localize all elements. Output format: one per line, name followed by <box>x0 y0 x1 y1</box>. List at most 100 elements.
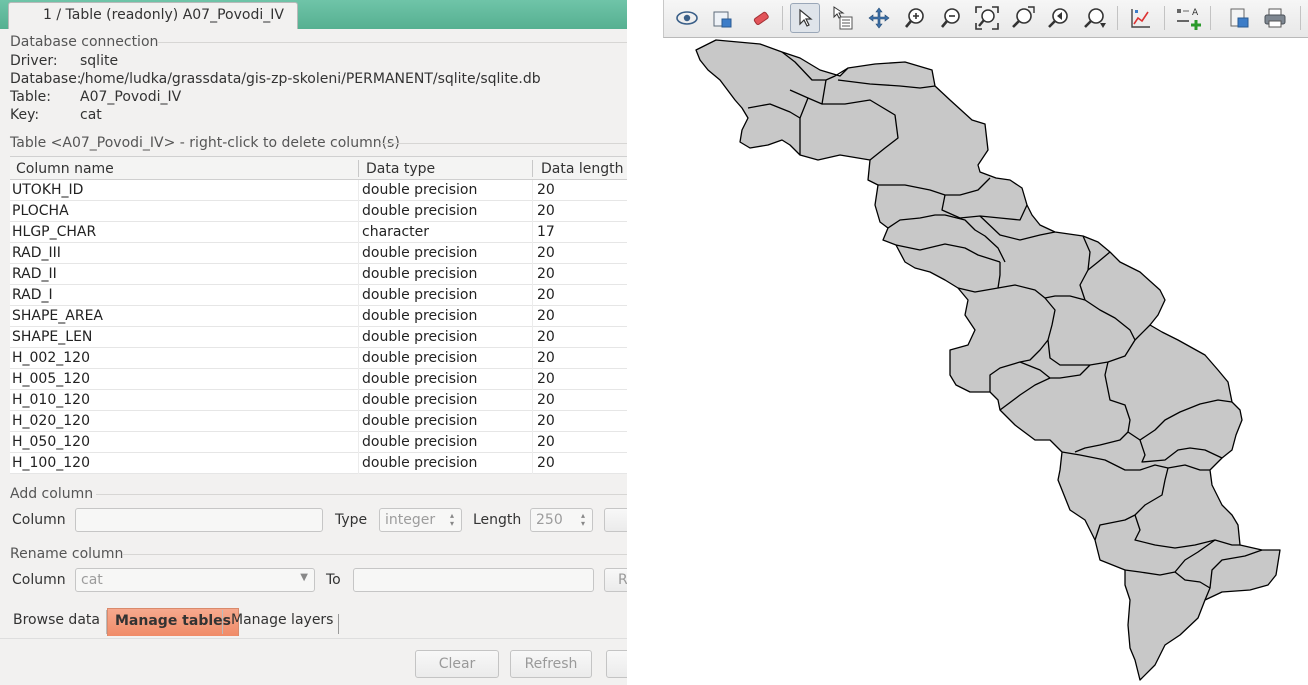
cell-data-type: double precision <box>362 350 478 366</box>
cell-data-length: 20 <box>537 245 555 261</box>
spinner-arrows-icon[interactable]: ▴ ▾ <box>581 512 589 528</box>
cell-data-length: 20 <box>537 203 555 219</box>
type-spinner[interactable]: integer ▴ ▾ <box>379 508 462 532</box>
driver-label: Driver: <box>10 53 58 69</box>
erase-display-icon[interactable] <box>746 3 776 33</box>
cell-separator <box>532 369 533 390</box>
cell-separator <box>358 369 359 390</box>
cell-separator <box>532 264 533 285</box>
table-row[interactable]: H_100_120 double precision 20 <box>10 453 627 474</box>
header-separator <box>358 160 359 177</box>
cell-separator <box>532 306 533 327</box>
zoom-out-icon[interactable] <box>936 3 966 33</box>
database-value: /home/ludka/grassdata/gis-zp-skoleni/PER… <box>80 71 541 87</box>
clear-button[interactable]: Clear <box>415 650 499 678</box>
tab-divider <box>338 614 339 634</box>
table-row[interactable]: H_020_120 double precision 20 <box>10 411 627 432</box>
analyze-icon[interactable] <box>1126 3 1156 33</box>
table-row[interactable]: H_050_120 double precision 20 <box>10 432 627 453</box>
table-row[interactable]: RAD_III double precision 20 <box>10 243 627 264</box>
group-divider <box>158 42 627 43</box>
length-spinner[interactable]: 250 ▴ ▾ <box>530 508 593 532</box>
cell-column-name: SHAPE_AREA <box>12 308 104 324</box>
overlay-icon[interactable]: A <box>1174 3 1204 33</box>
cell-data-length: 20 <box>537 308 555 324</box>
table-row[interactable]: H_010_120 double precision 20 <box>10 390 627 411</box>
cell-data-type: double precision <box>362 287 478 303</box>
toolbar-separator <box>1164 6 1165 30</box>
table-row[interactable]: RAD_II double precision 20 <box>10 264 627 285</box>
add-column-label: Column <box>12 512 66 528</box>
save-display-icon[interactable] <box>1224 3 1254 33</box>
table-header: Column name Data type Data length <box>10 157 627 180</box>
header-column-name[interactable]: Column name <box>16 161 114 177</box>
table-row[interactable]: HLGP_CHAR character 17 <box>10 222 627 243</box>
render-map-icon[interactable] <box>708 3 738 33</box>
display-map-icon[interactable] <box>672 3 702 33</box>
manager-notebook-tabs: Browse data Manage tables Manage layers <box>0 608 627 638</box>
cell-column-name: UTOKH_ID <box>12 182 84 198</box>
database-label: Database: <box>10 71 82 87</box>
table-row[interactable]: UTOKH_ID double precision 20 <box>10 180 627 201</box>
cell-data-length: 20 <box>537 350 555 366</box>
columns-table[interactable]: Column name Data type Data length UTOKH_… <box>10 156 627 474</box>
tab-browse-data[interactable]: Browse data <box>6 608 107 636</box>
table-row[interactable]: PLOCHA double precision 20 <box>10 201 627 222</box>
cell-separator <box>532 348 533 369</box>
zoom-extent-icon[interactable] <box>972 3 1002 33</box>
zoom-back-icon[interactable] <box>1044 3 1074 33</box>
header-data-length[interactable]: Data length <box>541 161 624 177</box>
document-tab-strip: 1 / Table (readonly) A07_Povodi_IV <box>0 0 627 29</box>
cell-separator <box>358 390 359 411</box>
table-row[interactable]: H_002_120 double precision 20 <box>10 348 627 369</box>
cell-separator <box>532 327 533 348</box>
cell-column-name: RAD_III <box>12 245 61 261</box>
rename-button[interactable]: R <box>604 568 627 592</box>
cell-data-length: 20 <box>537 434 555 450</box>
table-row[interactable]: SHAPE_AREA double precision 20 <box>10 306 627 327</box>
add-column-button[interactable] <box>604 508 627 532</box>
table-row[interactable]: H_005_120 double precision 20 <box>10 369 627 390</box>
cell-data-length: 20 <box>537 287 555 303</box>
tab-manage-layers[interactable]: Manage layers <box>224 608 340 636</box>
cell-column-name: H_050_120 <box>12 434 90 450</box>
query-icon[interactable] <box>828 3 858 33</box>
add-column-group-title: Add column <box>10 486 94 502</box>
cell-data-length: 20 <box>537 329 555 345</box>
cell-separator <box>358 327 359 348</box>
rename-to-input[interactable] <box>353 568 594 592</box>
tab-divider <box>222 610 223 634</box>
print-icon[interactable] <box>1260 3 1290 33</box>
map-canvas[interactable] <box>663 38 1308 685</box>
close-button[interactable] <box>606 650 627 678</box>
watershed-outline <box>695 39 1281 681</box>
pan-icon[interactable] <box>864 3 894 33</box>
divider <box>0 638 627 639</box>
document-tab[interactable]: 1 / Table (readonly) A07_Povodi_IV <box>8 2 298 29</box>
rename-column-label: Column <box>12 572 66 588</box>
zoom-region-icon[interactable] <box>1008 3 1038 33</box>
table-row[interactable]: RAD_I double precision 20 <box>10 285 627 306</box>
cell-separator <box>532 201 533 222</box>
chevron-down-icon[interactable]: ▼ <box>300 572 308 583</box>
cell-data-length: 20 <box>537 266 555 282</box>
rename-column-select[interactable]: cat ▼ <box>75 568 315 592</box>
cell-column-name: H_020_120 <box>12 413 90 429</box>
add-column-name-input[interactable] <box>75 508 323 532</box>
header-data-type[interactable]: Data type <box>366 161 435 177</box>
zoom-in-icon[interactable] <box>900 3 930 33</box>
tab-manage-tables[interactable]: Manage tables <box>107 608 239 636</box>
spinner-arrows-icon[interactable]: ▴ ▾ <box>450 512 458 528</box>
cell-separator <box>532 432 533 453</box>
attribute-manager-panel: 1 / Table (readonly) A07_Povodi_IV Datab… <box>0 0 627 685</box>
cell-separator <box>358 243 359 264</box>
pointer-icon[interactable] <box>790 3 820 33</box>
cell-column-name: H_002_120 <box>12 350 90 366</box>
table-row[interactable]: SHAPE_LEN double precision 20 <box>10 327 627 348</box>
cell-separator <box>358 306 359 327</box>
cell-separator <box>532 285 533 306</box>
refresh-button[interactable]: Refresh <box>510 650 592 678</box>
cell-separator <box>358 285 359 306</box>
zoom-options-icon[interactable] <box>1080 3 1110 33</box>
rename-to-label: To <box>326 572 341 588</box>
